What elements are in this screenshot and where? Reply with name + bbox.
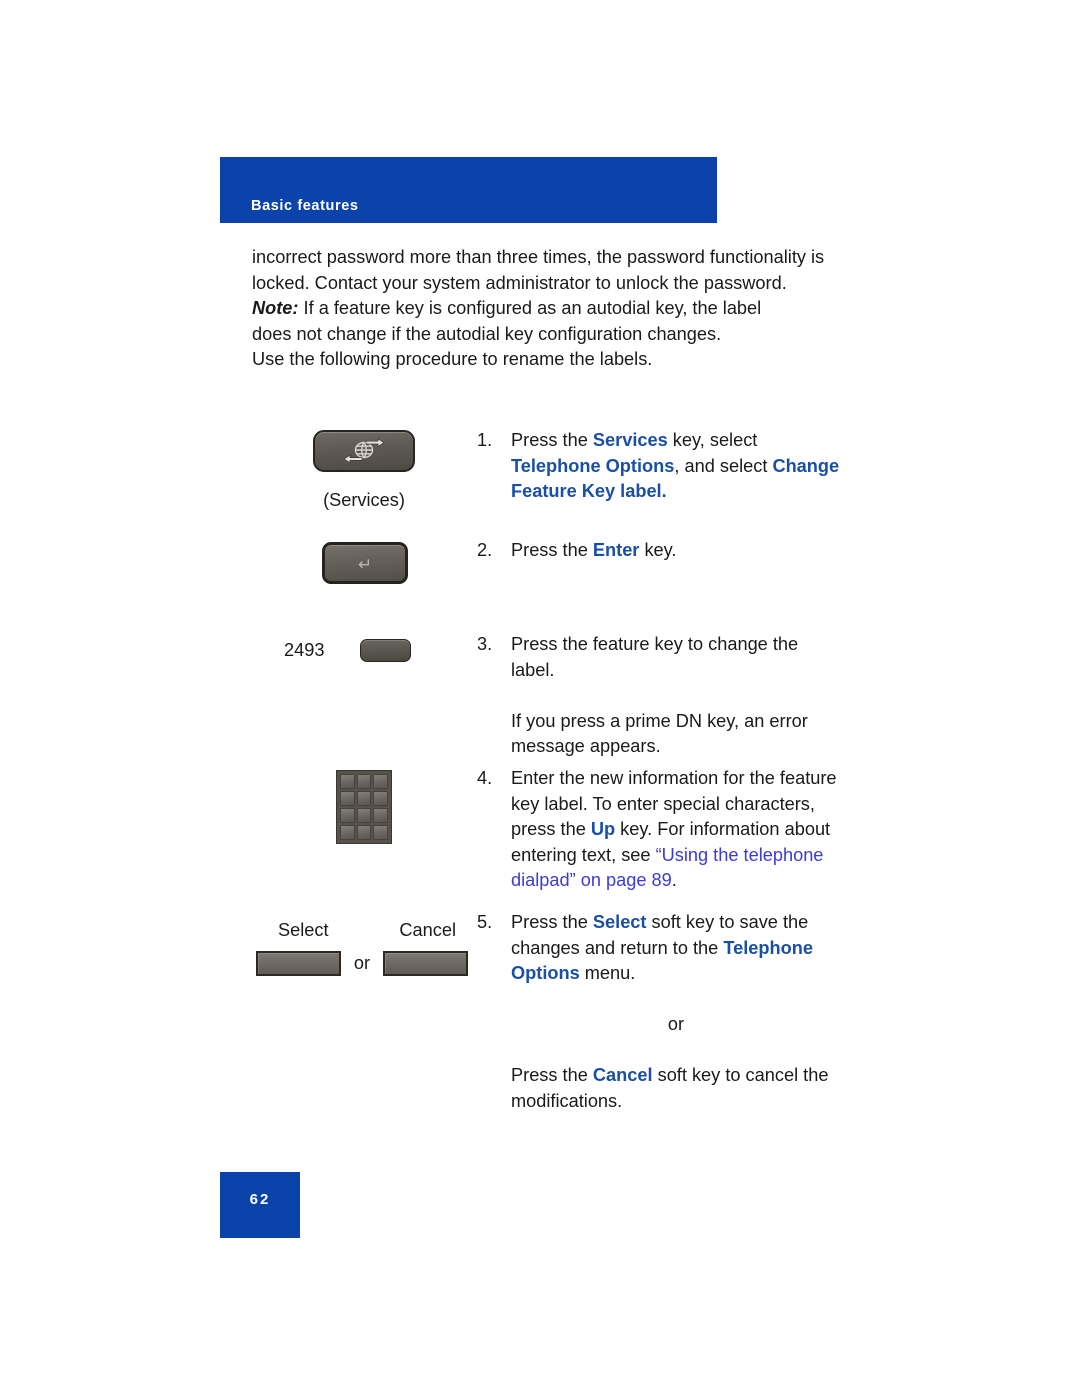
- cancel-soft-key-icon: [383, 950, 468, 976]
- section-header-banner: Basic features: [220, 157, 717, 223]
- step-4-number: 4.: [477, 768, 493, 788]
- cancel-key-term: Cancel: [592, 1065, 653, 1085]
- dialpad-key: [340, 774, 355, 789]
- services-globe-icon: [313, 430, 415, 472]
- up-key-term: Up: [590, 819, 616, 839]
- dialpad-key: [340, 825, 355, 840]
- step-4-body: Enter the new information for the featur…: [511, 766, 841, 894]
- step-2-paragraph: Press the Enter key.: [511, 538, 841, 564]
- step-1-number: 1.: [477, 430, 493, 450]
- dialpad-key: [340, 791, 355, 806]
- soft-key-or-label: or: [353, 952, 371, 973]
- soft-keys-figure: Select Cancel or: [256, 918, 468, 976]
- body-content: incorrect password more than three times…: [252, 245, 852, 373]
- step-3-body: Press the feature key to change the labe…: [511, 632, 841, 760]
- dialpad-key: [356, 808, 372, 823]
- dialpad-key: [373, 825, 388, 840]
- dialpad-key: [373, 791, 388, 806]
- step-1-row: (Services) 1. Press the Services key, se…: [252, 428, 852, 510]
- services-key-figure: (Services): [312, 430, 416, 514]
- step-5-or-separator: or: [667, 1014, 685, 1034]
- step-4-row: 4. Enter the new information for the fea…: [252, 766, 852, 894]
- step-1-seg-a: Press the: [511, 430, 593, 450]
- enter-key-term: Enter: [592, 540, 640, 560]
- step-1-paragraph: Press the Services key, select Telephone…: [511, 428, 841, 505]
- dialpad-key: [340, 808, 355, 823]
- step-1-text: 1. Press the Services key, select Teleph…: [477, 428, 852, 505]
- dialpad-key: [356, 791, 372, 806]
- select-key-term: Select: [592, 912, 647, 932]
- step-1-body: Press the Services key, select Telephone…: [511, 428, 841, 505]
- page-title: Basic features: [251, 198, 359, 214]
- dialpad-key: [356, 774, 372, 789]
- step-2-text: 2. Press the Enter key.: [477, 538, 852, 564]
- step-2-body: Press the Enter key.: [511, 538, 841, 564]
- step-5-text: 5. Press the Select soft key to save the…: [477, 910, 852, 1114]
- intro-paragraph: incorrect password more than three times…: [252, 247, 825, 293]
- note-paragraph: Note: If a feature key is configured as …: [252, 296, 804, 347]
- step-5-paragraph-1: Press the Select soft key to save the ch…: [511, 910, 841, 987]
- step-1-seg-c: key, select: [667, 430, 758, 450]
- enter-glyph: ↵: [357, 554, 373, 574]
- step-4-paragraph: Enter the new information for the featur…: [511, 766, 841, 894]
- telephone-options-term: Telephone Options: [511, 455, 675, 476]
- step-5-number: 5.: [477, 912, 493, 932]
- step-5-paragraph-3: Press the Cancel soft key to cancel the …: [511, 1063, 841, 1114]
- step-1-seg-e: , and select: [674, 455, 773, 476]
- step-3-number: 3.: [477, 634, 493, 654]
- soft-key-labels: Select Cancel: [256, 918, 468, 944]
- step-2-number: 2.: [477, 540, 493, 560]
- cancel-soft-key-label: Cancel: [399, 920, 456, 940]
- step-3-paragraph-2: If you press a prime DN key, an error me…: [511, 710, 808, 757]
- soft-key-row: or: [256, 950, 468, 977]
- select-soft-key-icon: [256, 950, 341, 976]
- step-5-body: Press the Select soft key to save the ch…: [511, 910, 841, 1114]
- step-3-text: 3. Press the feature key to change the l…: [477, 632, 852, 760]
- step-4-seg-d: .: [671, 870, 677, 890]
- step-5-seg-a: Press the: [511, 912, 593, 932]
- step-3-row: 2493 3. Press the feature key to change …: [252, 632, 852, 760]
- dialpad-icon: [336, 770, 392, 844]
- services-key-caption: (Services): [323, 490, 405, 510]
- note-label: Note:: [252, 298, 299, 318]
- step-3-paragraph-1: Press the feature key to change the labe…: [511, 634, 799, 680]
- step-2-row: ↵ 2. Press the Enter key.: [252, 538, 852, 584]
- step-5-row: Select Cancel or 5. Press the Select sof…: [252, 910, 852, 1114]
- procedure-intro-paragraph: Use the following procedure to rename th…: [252, 349, 653, 369]
- dialpad-figure: [336, 770, 392, 844]
- note-text: If a feature key is configured as an aut…: [252, 298, 762, 344]
- step-5-seg-f: Press the: [511, 1065, 593, 1085]
- select-soft-key-label: Select: [278, 920, 329, 940]
- dialpad-key: [373, 808, 388, 823]
- feature-key-icon: [360, 639, 412, 663]
- enter-key-figure: ↵: [322, 542, 408, 584]
- step-5-seg-e: menu.: [579, 963, 636, 983]
- step-4-text: 4. Enter the new information for the fea…: [477, 766, 852, 894]
- dialpad-key: [356, 825, 372, 840]
- page-number: 62: [249, 1191, 271, 1208]
- footer-page-box: 62: [220, 1172, 300, 1238]
- step-2-seg-c: key.: [639, 540, 677, 560]
- feature-key-number-label: 2493: [284, 640, 325, 660]
- step-2-seg-a: Press the: [511, 540, 593, 560]
- enter-return-icon: ↵: [322, 542, 408, 584]
- services-key-term: Services: [592, 430, 668, 450]
- feature-key-figure: 2493: [284, 638, 412, 664]
- dialpad-key: [373, 774, 388, 789]
